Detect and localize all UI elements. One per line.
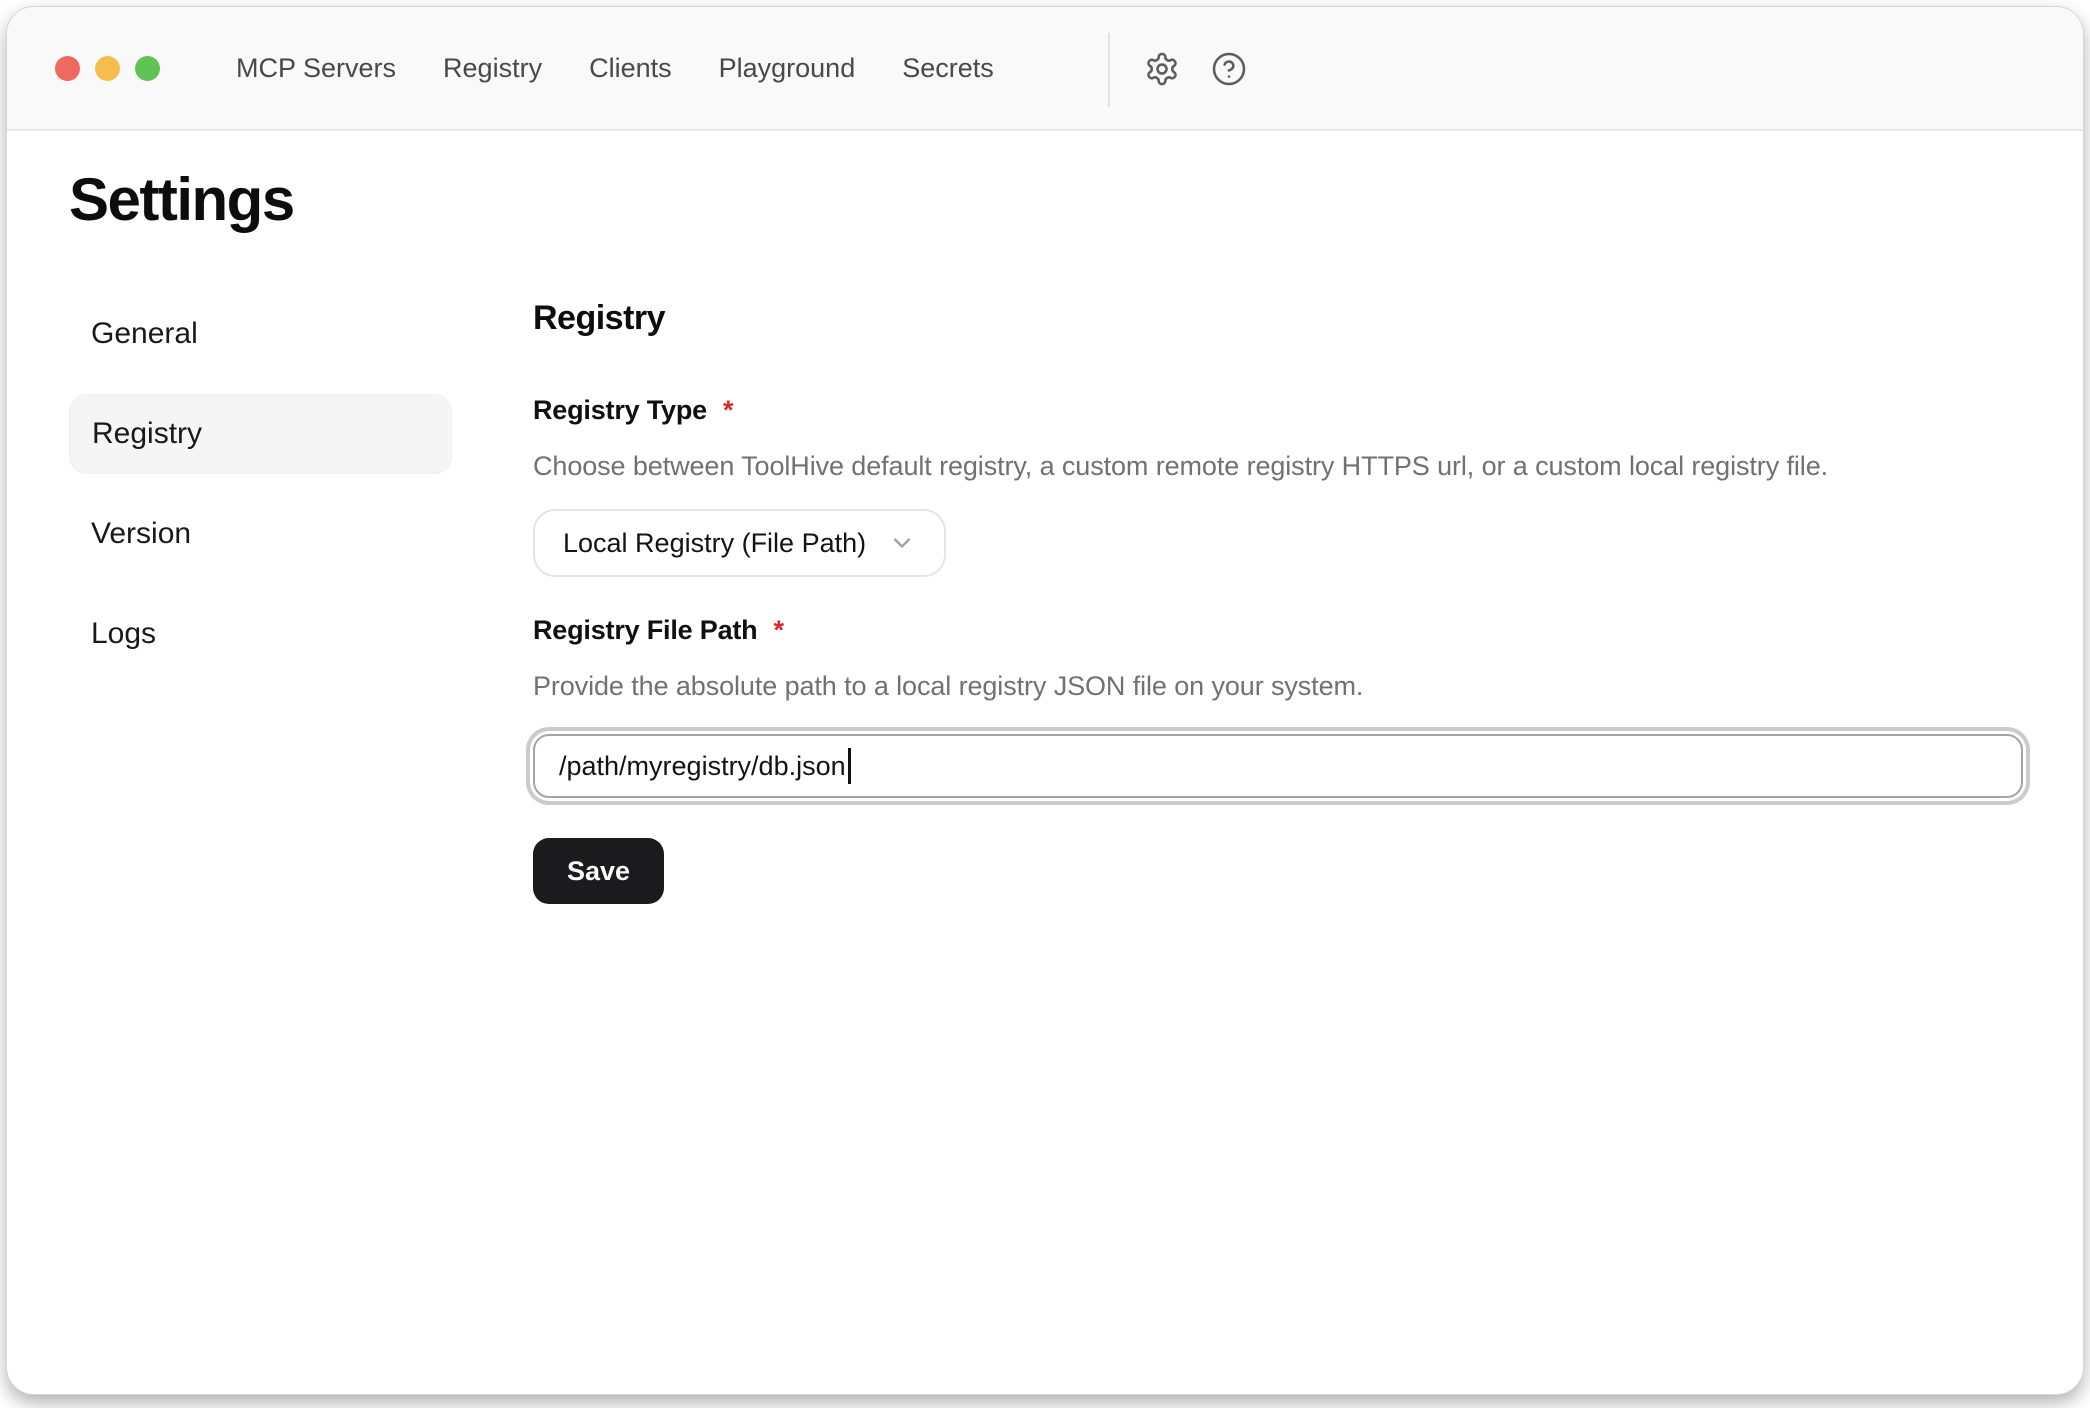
nav-item-mcp-servers[interactable]: MCP Servers (236, 53, 396, 84)
registry-file-path-value: /path/myregistry/db.json (559, 751, 846, 782)
section-title: Registry (533, 297, 2033, 339)
sidebar-item-logs[interactable]: Logs (69, 594, 452, 674)
save-button[interactable]: Save (533, 838, 664, 904)
registry-type-selected-value: Local Registry (File Path) (563, 528, 866, 559)
page-title: Settings (69, 165, 294, 234)
registry-type-description: Choose between ToolHive default registry… (533, 449, 2033, 483)
minimize-window-button[interactable] (95, 56, 120, 81)
nav-item-playground[interactable]: Playground (719, 53, 856, 84)
nav-item-registry[interactable]: Registry (443, 53, 542, 84)
titlebar: MCP Servers Registry Clients Playground … (7, 7, 2083, 131)
required-asterisk: * (723, 393, 734, 427)
chevron-down-icon (888, 529, 916, 557)
sidebar-item-version[interactable]: Version (69, 494, 452, 574)
registry-type-label: Registry Type (533, 393, 707, 427)
registry-file-path-field: Registry File Path * Provide the absolut… (533, 613, 2033, 798)
top-navigation: MCP Servers Registry Clients Playground … (236, 53, 994, 84)
registry-settings-panel: Registry Registry Type * Choose between … (533, 297, 2033, 904)
registry-type-select[interactable]: Local Registry (File Path) (533, 509, 946, 577)
text-cursor (848, 748, 851, 784)
registry-type-field: Registry Type * Choose between ToolHive … (533, 393, 2033, 577)
zoom-window-button[interactable] (135, 56, 160, 81)
settings-gear-icon[interactable] (1140, 47, 1184, 91)
sidebar-item-general[interactable]: General (69, 294, 452, 374)
help-icon[interactable] (1207, 47, 1251, 91)
nav-item-secrets[interactable]: Secrets (902, 53, 994, 84)
nav-item-clients[interactable]: Clients (589, 53, 672, 84)
registry-file-path-input[interactable]: /path/myregistry/db.json (533, 734, 2023, 798)
registry-file-path-description: Provide the absolute path to a local reg… (533, 669, 2033, 703)
settings-sidebar: General Registry Version Logs (69, 294, 452, 674)
registry-file-path-label: Registry File Path (533, 613, 757, 647)
close-window-button[interactable] (55, 56, 80, 81)
titlebar-divider (1108, 33, 1110, 107)
required-asterisk: * (773, 613, 784, 647)
sidebar-item-registry[interactable]: Registry (69, 394, 452, 474)
traffic-lights (55, 56, 160, 81)
app-window: MCP Servers Registry Clients Playground … (6, 6, 2084, 1395)
